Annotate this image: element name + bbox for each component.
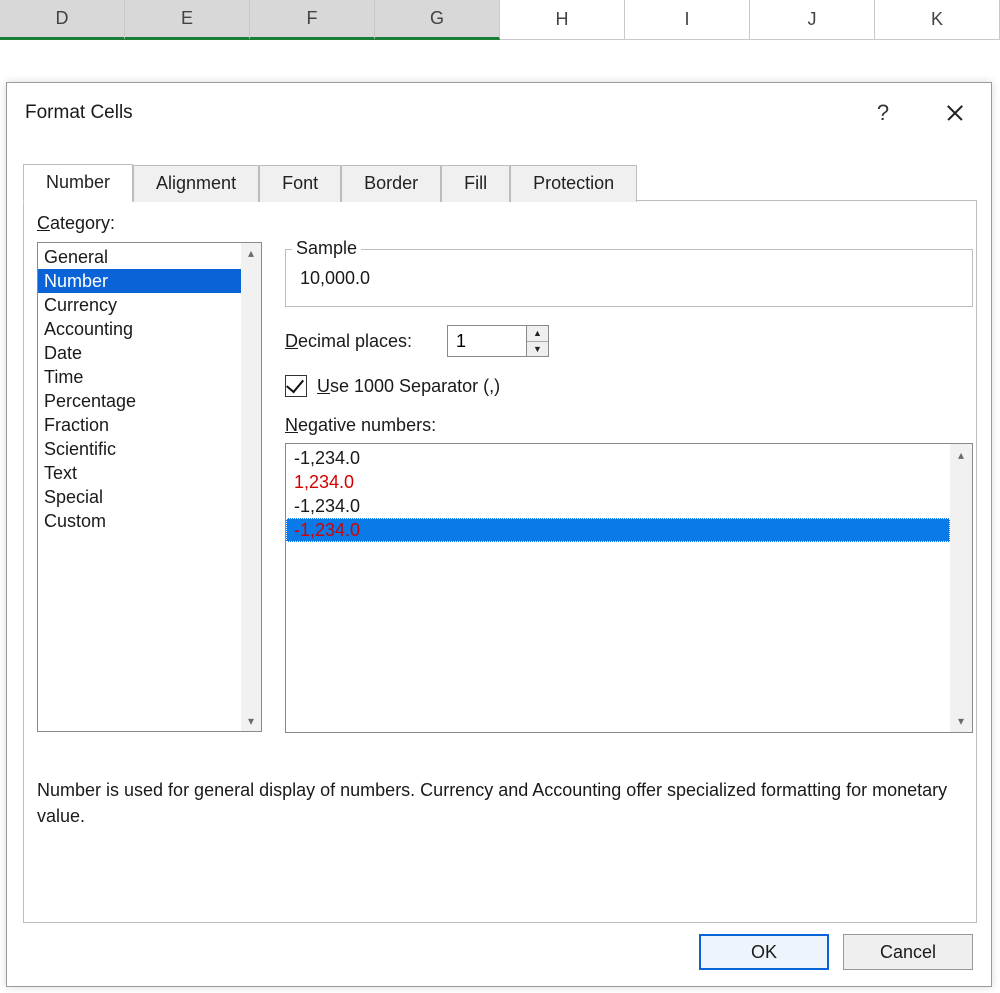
category-scrollbar[interactable]	[241, 243, 261, 731]
column-header-h[interactable]: H	[500, 0, 625, 39]
negative-numbers-listbox[interactable]: -1,234.01,234.0-1,234.0-1,234.0	[285, 443, 973, 733]
column-header-g[interactable]: G	[375, 0, 500, 40]
tab-alignment[interactable]: Alignment	[133, 165, 259, 202]
category-item-special[interactable]: Special	[38, 485, 241, 509]
category-item-general[interactable]: General	[38, 245, 241, 269]
tab-font[interactable]: Font	[259, 165, 341, 202]
spinner-down-button[interactable]: ▼	[527, 342, 548, 357]
sample-groupbox: Sample 10,000.0	[285, 249, 973, 307]
dialog-footer: OK Cancel	[699, 934, 973, 970]
category-item-accounting[interactable]: Accounting	[38, 317, 241, 341]
close-button[interactable]	[929, 91, 981, 135]
category-item-number[interactable]: Number	[38, 269, 241, 293]
ok-button[interactable]: OK	[699, 934, 829, 970]
scroll-down-icon[interactable]	[950, 710, 972, 732]
negative-option-2[interactable]: -1,234.0	[286, 494, 950, 518]
tab-border[interactable]: Border	[341, 165, 441, 202]
dialog-title: Format Cells	[25, 102, 857, 124]
negative-option-3[interactable]: -1,234.0	[286, 518, 950, 542]
tab-strip: NumberAlignmentFontBorderFillProtection	[23, 161, 637, 201]
tab-protection[interactable]: Protection	[510, 165, 637, 202]
column-header-j[interactable]: J	[750, 0, 875, 39]
category-item-time[interactable]: Time	[38, 365, 241, 389]
close-icon	[945, 103, 965, 123]
category-description: Number is used for general display of nu…	[37, 777, 957, 829]
category-item-text[interactable]: Text	[38, 461, 241, 485]
negative-numbers-label: Negative numbers:	[285, 415, 436, 436]
category-item-currency[interactable]: Currency	[38, 293, 241, 317]
thousand-separator-row[interactable]: Use 1000 Separator (,)	[285, 375, 500, 397]
scroll-up-icon[interactable]	[950, 444, 972, 466]
category-item-fraction[interactable]: Fraction	[38, 413, 241, 437]
negative-scrollbar[interactable]	[950, 444, 972, 732]
thousand-separator-checkbox[interactable]	[285, 375, 307, 397]
thousand-separator-label: Use 1000 Separator (,)	[317, 376, 500, 397]
dialog-titlebar: Format Cells ?	[7, 83, 991, 143]
category-label: Category:	[37, 213, 115, 234]
column-header-k[interactable]: K	[875, 0, 1000, 39]
decimal-places-spinner[interactable]: ▲ ▼	[447, 325, 549, 357]
category-item-percentage[interactable]: Percentage	[38, 389, 241, 413]
format-cells-dialog: Format Cells ? NumberAlignmentFontBorder…	[6, 82, 992, 987]
negative-option-0[interactable]: -1,234.0	[286, 446, 950, 470]
category-item-custom[interactable]: Custom	[38, 509, 241, 533]
category-item-date[interactable]: Date	[38, 341, 241, 365]
category-item-scientific[interactable]: Scientific	[38, 437, 241, 461]
spinner-buttons: ▲ ▼	[527, 325, 549, 357]
column-header-e[interactable]: E	[125, 0, 250, 40]
negative-option-1[interactable]: 1,234.0	[286, 470, 950, 494]
column-header-d[interactable]: D	[0, 0, 125, 40]
cancel-button[interactable]: Cancel	[843, 934, 973, 970]
column-header-i[interactable]: I	[625, 0, 750, 39]
column-header-row: DEFGHIJK	[0, 0, 1000, 40]
spinner-up-button[interactable]: ▲	[527, 326, 548, 342]
tab-number[interactable]: Number	[23, 164, 133, 202]
column-header-f[interactable]: F	[250, 0, 375, 40]
decimal-places-input[interactable]	[447, 325, 527, 357]
decimal-places-label: Decimal places:	[285, 331, 412, 352]
help-button[interactable]: ?	[857, 91, 909, 135]
tab-fill[interactable]: Fill	[441, 165, 510, 202]
scroll-down-icon[interactable]	[241, 711, 261, 731]
sample-label: Sample	[292, 238, 361, 259]
category-listbox[interactable]: GeneralNumberCurrencyAccountingDateTimeP…	[37, 242, 262, 732]
scroll-up-icon[interactable]	[241, 243, 261, 263]
sample-value: 10,000.0	[300, 268, 370, 289]
